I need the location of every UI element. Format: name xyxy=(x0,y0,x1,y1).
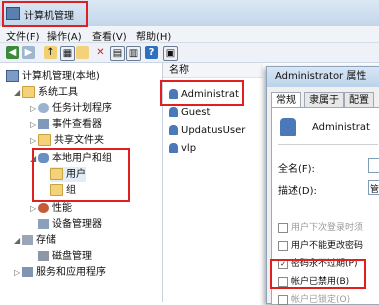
tree-item-storage[interactable]: ◢ 存储 xyxy=(14,233,56,248)
list-item[interactable]: Administrat xyxy=(169,87,239,103)
services-icon xyxy=(22,267,33,277)
performance-icon xyxy=(38,203,49,213)
tree-item-groups[interactable]: 组 xyxy=(50,183,76,198)
toolbar: ◀ ▶ ↑ ▦ ✕ ▤ ▥ ? ▣ xyxy=(0,43,379,63)
tab-member-of[interactable]: 隶属于 xyxy=(304,92,344,108)
tree-item-services-apps[interactable]: ▷ 服务和应用程序 xyxy=(14,265,106,280)
tree-item-performance[interactable]: ▷ 性能 xyxy=(30,201,72,216)
user-icon xyxy=(169,143,178,153)
description-value: 管 xyxy=(370,185,379,195)
window-title: 计算机管理 xyxy=(24,11,74,22)
tree-item-shared-folders[interactable]: ▷ 共享文件夹 xyxy=(30,133,104,148)
shared-folder-icon xyxy=(38,134,51,146)
console-tree: 计算机管理(本地) ◢ 系统工具 ▷ 任务计划程序 ▷ 事件查看器 ▷ 共享文件夹 ◢ 本… xyxy=(0,63,163,302)
full-name-field[interactable] xyxy=(368,158,379,173)
tree-item-task-scheduler[interactable]: ▷ 任务计划程序 xyxy=(30,101,112,116)
disk-icon xyxy=(38,251,49,261)
checkbox-must-change-password[interactable]: 用户下次登录时须 xyxy=(278,220,363,233)
description-label: 描述(D): xyxy=(278,186,317,197)
computer-management-icon xyxy=(6,7,20,20)
storage-icon xyxy=(22,235,33,245)
tree-item-event-viewer[interactable]: ▷ 事件查看器 xyxy=(30,117,102,132)
refresh-icon[interactable]: ▥ xyxy=(126,46,141,61)
menu-action[interactable]: 操作(A) xyxy=(47,28,82,43)
menu-view[interactable]: 查看(V) xyxy=(92,28,127,43)
checkbox-password-never-expires[interactable]: ✓ 密码永不过期(P) xyxy=(278,256,357,269)
user-icon xyxy=(169,107,178,117)
properties-dialog: Administrator 属性 常规 隶属于 配置 Administrat 全… xyxy=(266,66,379,305)
show-tree-icon[interactable]: ▦ xyxy=(60,46,75,61)
tree-root[interactable]: 计算机管理(本地) xyxy=(6,69,100,84)
list-item[interactable]: UpdatusUser xyxy=(169,123,245,139)
dialog-body: Administrat 全名(F): 描述(D): 管 用户下次登录时须 用户不… xyxy=(271,107,379,305)
help-icon[interactable]: ? xyxy=(145,46,158,59)
username-label: Administrat xyxy=(312,122,370,133)
users-folder-icon xyxy=(50,168,63,180)
back-icon[interactable]: ◀ xyxy=(6,46,19,59)
user-avatar-icon xyxy=(280,118,296,136)
folder-icon[interactable] xyxy=(76,46,89,59)
up-folder-icon[interactable]: ↑ xyxy=(44,46,57,59)
user-icon xyxy=(169,125,178,135)
clock-icon xyxy=(38,103,49,113)
groups-folder-icon xyxy=(50,184,63,196)
properties-icon[interactable]: ▤ xyxy=(110,46,125,61)
checkbox-cannot-change-password[interactable]: 用户不能更改密码 xyxy=(278,238,363,251)
tree-item-device-manager[interactable]: 设备管理器 xyxy=(38,217,102,232)
menu-bar: 文件(F) 操作(A) 查看(V) 帮助(H) xyxy=(0,26,379,43)
tree-item-users[interactable]: 用户 xyxy=(50,167,86,182)
full-name-label: 全名(F): xyxy=(278,164,315,175)
checkbox-account-locked[interactable]: 帐户已锁定(O) xyxy=(278,292,350,305)
list-item[interactable]: Guest xyxy=(169,105,210,121)
tree-item-local-users-groups[interactable]: ◢ 本地用户和组 xyxy=(30,151,112,166)
user-icon xyxy=(169,89,178,99)
forward-icon[interactable]: ▶ xyxy=(22,46,35,59)
tools-icon xyxy=(22,86,35,98)
device-manager-icon xyxy=(38,219,49,229)
computer-icon xyxy=(6,70,19,82)
dialog-title: Administrator 属性 xyxy=(267,67,379,87)
tree-item-system-tools[interactable]: ◢ 系统工具 xyxy=(14,85,78,100)
checkbox-account-disabled[interactable]: 帐户已禁用(B) xyxy=(278,274,349,287)
event-viewer-icon xyxy=(38,119,49,129)
delete-icon[interactable]: ✕ xyxy=(94,46,107,59)
tab-profile[interactable]: 配置 xyxy=(344,92,374,108)
title-bar: 计算机管理 xyxy=(0,0,379,27)
users-groups-icon xyxy=(38,153,49,163)
tree-item-disk-management[interactable]: 磁盘管理 xyxy=(38,249,92,264)
user-list: 名称 Administrat Guest UpdatusUser vlp xyxy=(163,63,263,302)
column-header-name[interactable]: 名称 xyxy=(163,63,263,78)
view-icon[interactable]: ▣ xyxy=(163,46,178,61)
menu-file[interactable]: 文件(F) xyxy=(6,28,40,43)
menu-help[interactable]: 帮助(H) xyxy=(136,28,171,43)
list-item[interactable]: vlp xyxy=(169,141,196,157)
